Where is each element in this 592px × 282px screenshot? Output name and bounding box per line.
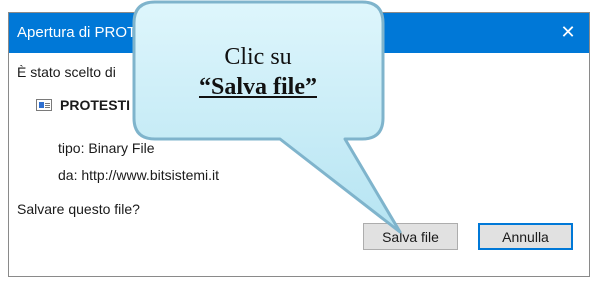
callout-line2: “Salva file” (199, 74, 317, 100)
callout-line1: Clic su (224, 44, 292, 70)
callout-text: Clic su “Salva file” (138, 42, 378, 102)
